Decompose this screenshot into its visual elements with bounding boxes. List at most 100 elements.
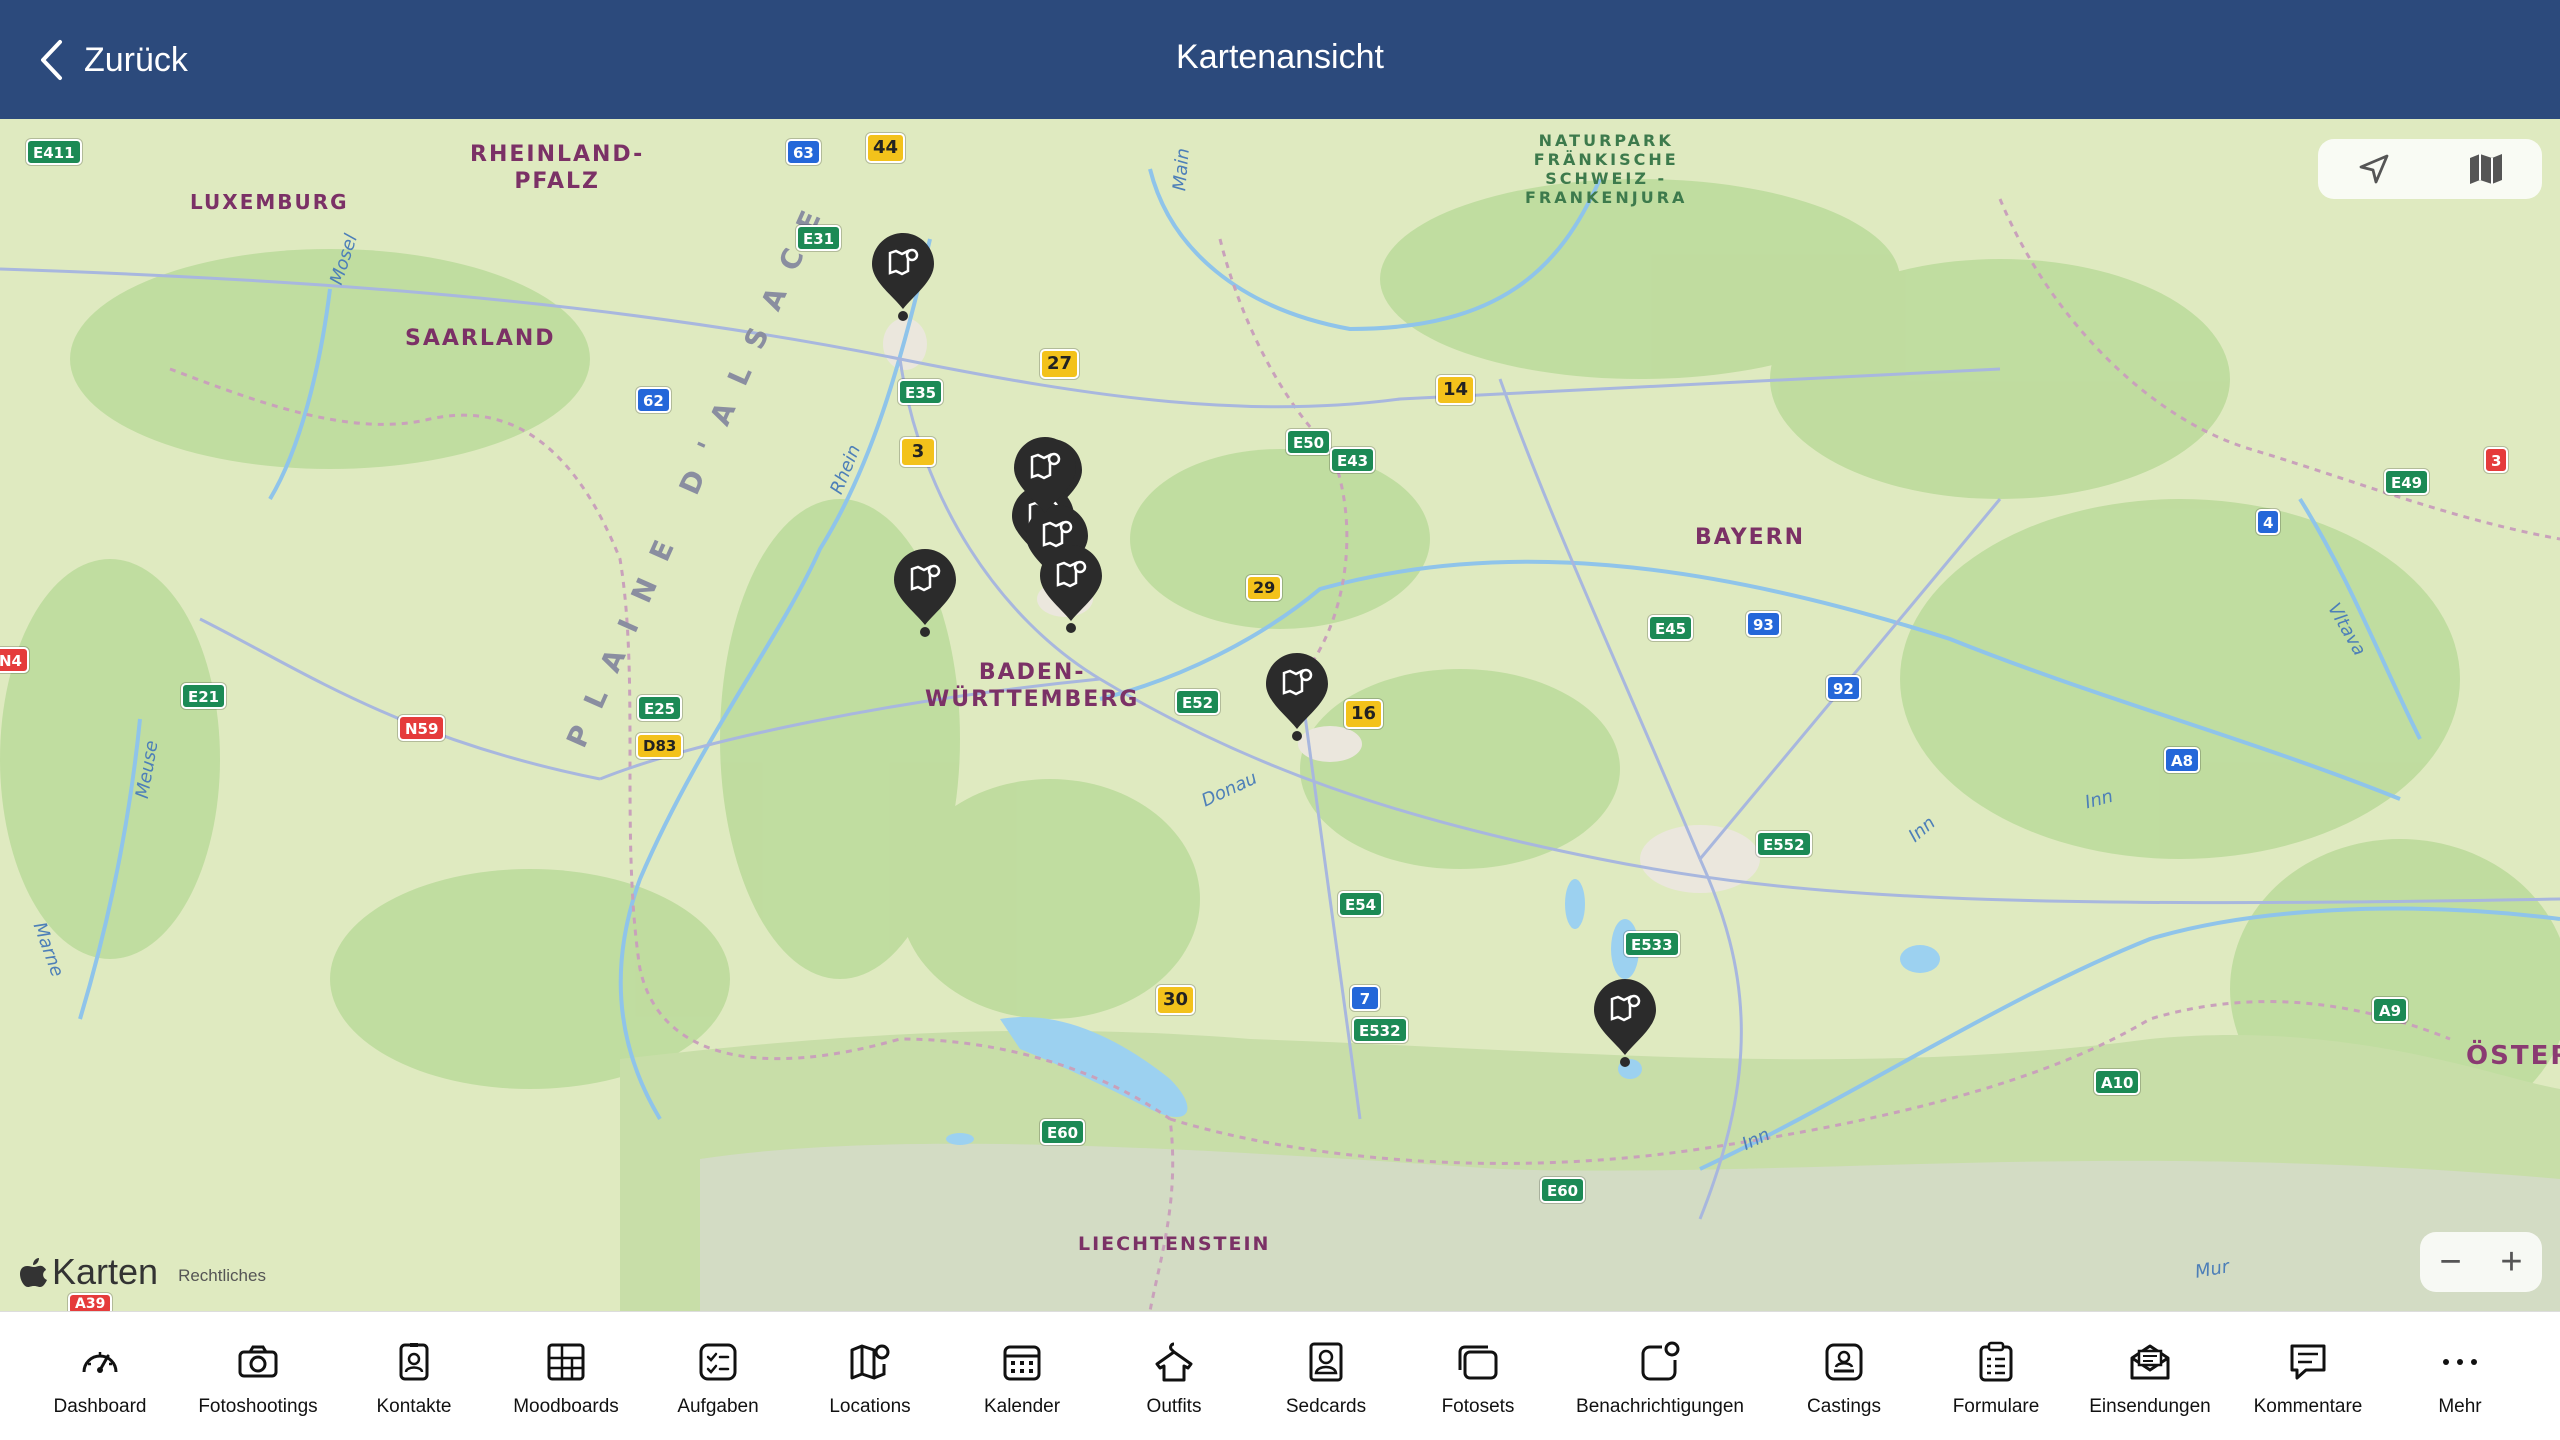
tab-formulare[interactable]: Formulare [1936, 1312, 2056, 1440]
location-pin[interactable] [1592, 977, 1658, 1067]
tab-sedcards[interactable]: Sedcards [1266, 1312, 1386, 1440]
tab-label: Aufgaben [677, 1396, 759, 1417]
tab-outfits[interactable]: Outfits [1114, 1312, 1234, 1440]
tab-einsendungen[interactable]: Einsendungen [2080, 1312, 2220, 1440]
zoom-controls: − + [2420, 1232, 2542, 1292]
road-shield: A10 [2094, 1069, 2141, 1095]
tab-label: Benachrichtigungen [1576, 1396, 1744, 1417]
tab-fotoshootings[interactable]: Fotoshootings [178, 1312, 338, 1440]
tab-dashboard[interactable]: Dashboard [30, 1312, 170, 1440]
location-pin[interactable] [1264, 651, 1330, 741]
location-arrow-icon [2359, 154, 2389, 184]
location-pin[interactable] [1038, 543, 1104, 633]
map-icon [2470, 154, 2502, 184]
road-shield: 14 [1436, 375, 1476, 405]
tab-label: Formulare [1952, 1396, 2040, 1417]
tab-locations[interactable]: Locations [810, 1312, 930, 1440]
road-shield: 3 [900, 437, 936, 467]
location-pin[interactable] [1012, 435, 1078, 525]
tab-label: Outfits [1146, 1396, 1202, 1417]
road-shield: N4 [0, 647, 29, 673]
map-attribution: Karten Rechtliches [20, 1251, 266, 1293]
road-shield: E54 [1338, 891, 1384, 917]
map-pin-icon [1266, 653, 1328, 741]
road-shield: A39 [68, 1293, 113, 1311]
road-shield: E21 [181, 683, 227, 709]
more-icon [2443, 1359, 2477, 1365]
tab-aufgaben[interactable]: Aufgaben [658, 1312, 778, 1440]
road-shield: E50 [1286, 429, 1332, 455]
region-label-baden-wuerttemberg: BADEN- WÜRTTEMBERG [925, 660, 1140, 712]
map-view[interactable]: RHEINLAND- PFALZ LUXEMBURG SAARLAND BADE… [0, 119, 2560, 1311]
road-shield: E31 [796, 225, 842, 251]
tab-bar: Dashboard Fotoshootings Kontakte Moodboa… [0, 1311, 2560, 1440]
legal-link[interactable]: Rechtliches [178, 1266, 266, 1286]
nav-header: Zurück Kartenansicht [0, 0, 2560, 119]
road-shield: E411 [26, 139, 82, 165]
road-shield: E533 [1624, 931, 1680, 957]
road-shield: E35 [898, 379, 944, 405]
tab-fotosets[interactable]: Fotosets [1418, 1312, 1538, 1440]
tab-mehr[interactable]: Mehr [2400, 1312, 2520, 1440]
map-pin-icon [1014, 437, 1076, 513]
road-shield: 3 [2484, 447, 2509, 473]
road-shield: E552 [1756, 831, 1812, 857]
tab-label: Fotoshootings [198, 1396, 318, 1417]
park-label: NATURPARK FRÄNKISCHE SCHWEIZ - FRANKENJU… [1525, 131, 1688, 207]
road-shield: A8 [2164, 747, 2201, 773]
calendar-icon [1003, 1345, 1041, 1381]
camera-icon [238, 1345, 278, 1378]
zoom-out-button[interactable]: − [2420, 1232, 2481, 1292]
tab-label: Moodboards [513, 1396, 619, 1417]
map-pin-icon [1040, 545, 1102, 633]
locate-button[interactable] [2318, 139, 2430, 199]
page-title: Kartenansicht [1176, 38, 1384, 76]
road-shield: 16 [1344, 699, 1384, 729]
tab-label: Castings [1807, 1396, 1881, 1417]
apple-logo-icon [20, 1258, 47, 1287]
road-shield: E25 [637, 695, 683, 721]
tab-castings[interactable]: Castings [1784, 1312, 1904, 1440]
region-label-liechtenstein: LIECHTENSTEIN [1078, 1233, 1271, 1255]
region-label-bayern: BAYERN [1695, 525, 1806, 550]
comment-icon [2290, 1344, 2326, 1380]
location-pin[interactable] [870, 231, 936, 321]
road-shield: 63 [786, 139, 821, 165]
tab-label: Einsendungen [2089, 1396, 2211, 1417]
road-shield: E60 [1540, 1177, 1586, 1203]
outfit-icon [1155, 1342, 1193, 1382]
tab-label: Mehr [2438, 1396, 2482, 1417]
dashboard-icon [82, 1352, 118, 1373]
road-shield: D83 [636, 733, 684, 759]
tab-label: Kontakte [376, 1396, 452, 1417]
moodboard-icon [547, 1343, 585, 1381]
zoom-in-button[interactable]: + [2481, 1232, 2542, 1292]
region-label-rheinland-pfalz: RHEINLAND- PFALZ [470, 142, 645, 194]
tab-moodboards[interactable]: Moodboards [496, 1312, 636, 1440]
road-shield: 44 [866, 133, 906, 163]
road-shield: 4 [2256, 509, 2281, 535]
road-shield: 93 [1746, 611, 1781, 637]
road-shield: E532 [1352, 1017, 1408, 1043]
tab-label: Sedcards [1285, 1396, 1367, 1417]
location-pin[interactable] [892, 547, 958, 637]
road-shield: E52 [1175, 689, 1221, 715]
map-style-button[interactable] [2430, 139, 2542, 199]
tab-kontakte[interactable]: Kontakte [354, 1312, 474, 1440]
tab-label: Dashboard [53, 1396, 147, 1417]
road-shield: 62 [636, 387, 671, 413]
road-shield: A9 [2372, 997, 2409, 1023]
tab-label: Locations [829, 1396, 911, 1417]
sedcard-icon [1309, 1342, 1343, 1382]
road-shield: 29 [1246, 575, 1283, 601]
map-pin-icon [1594, 979, 1656, 1067]
tab-kalender[interactable]: Kalender [962, 1312, 1082, 1440]
map-pin-icon [850, 1344, 890, 1380]
tab-label: Kommentare [2253, 1396, 2363, 1417]
tab-kommentare[interactable]: Kommentare [2238, 1312, 2378, 1440]
tab-benachrichtigungen[interactable]: Benachrichtigungen [1560, 1312, 1760, 1440]
contacts-icon [399, 1343, 429, 1381]
road-shield: 92 [1826, 675, 1861, 701]
photoset-icon [1458, 1345, 1498, 1380]
river-label-main: Main [1169, 147, 1194, 192]
